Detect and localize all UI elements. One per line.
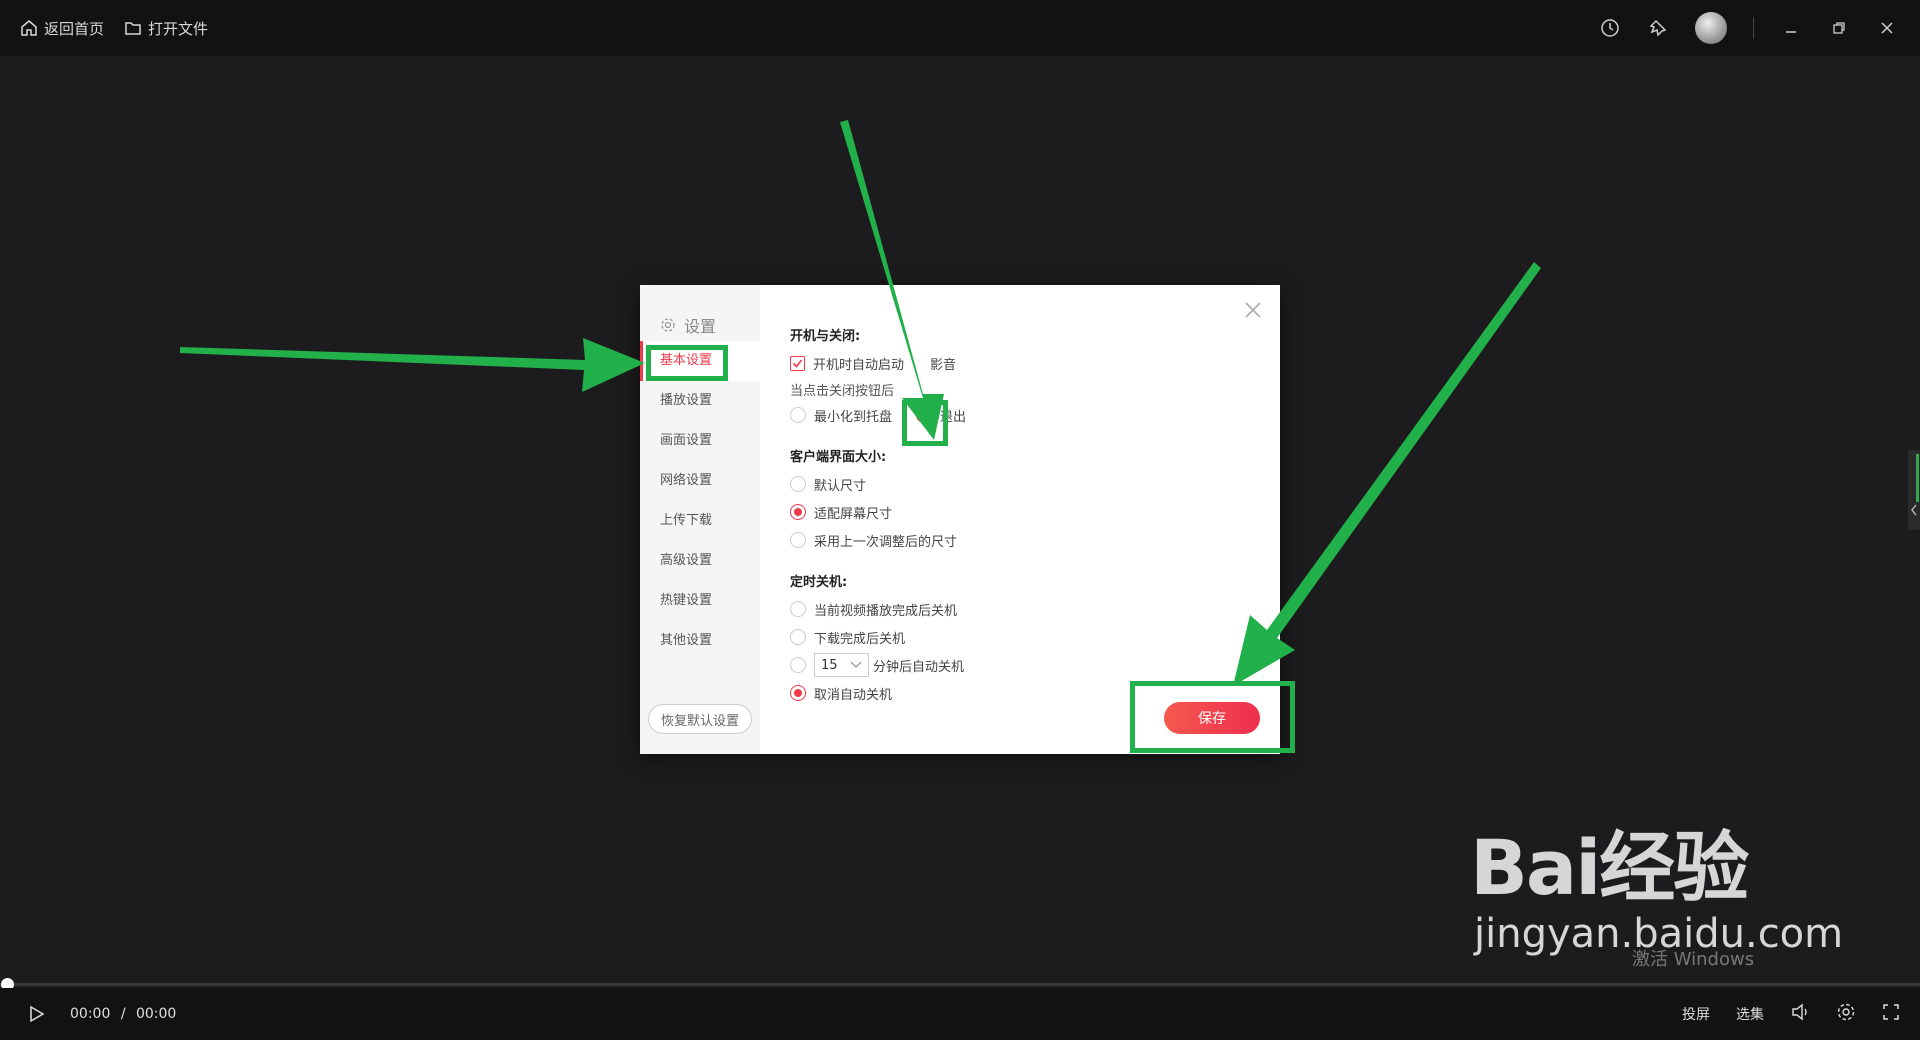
cast-button[interactable]: 投屏 <box>1682 1004 1710 1024</box>
section-startup-title: 开机与关闭: <box>790 329 861 344</box>
divider <box>1753 17 1754 39</box>
restore-window-icon[interactable] <box>1828 17 1850 39</box>
save-button[interactable]: 保存 <box>1164 702 1260 734</box>
home-icon <box>21 20 37 36</box>
minimize-icon[interactable] <box>1780 17 1802 39</box>
size-default-radio[interactable] <box>790 476 806 492</box>
shutdown-option-row: 当前视频播放完成后关机 <box>790 598 1280 620</box>
size-option-row: 默认尺寸 <box>790 473 1280 495</box>
size-fit-screen-radio[interactable] <box>790 504 806 520</box>
shutdown-after-download-label: 下载完成后关机 <box>814 631 906 647</box>
avatar[interactable] <box>1695 12 1727 44</box>
home-label: 返回首页 <box>44 19 105 38</box>
minimize-to-tray-radio[interactable] <box>790 407 806 423</box>
shutdown-after-download-radio[interactable] <box>790 629 806 645</box>
autostart-row: 开机时自动启动 影音 <box>790 352 1280 374</box>
current-time: 00:00 <box>70 1006 111 1022</box>
exit-radio[interactable] <box>916 407 933 423</box>
home-button[interactable]: 返回首页 <box>20 18 104 39</box>
settings-title: 设置 <box>640 285 760 341</box>
shutdown-option-row: 15 分钟后自动关机 <box>790 653 1280 677</box>
autostart-label: 开机时自动启动 <box>813 357 905 373</box>
settings-gear-icon[interactable] <box>1836 1002 1856 1026</box>
size-last-used-label: 采用上一次调整后的尺寸 <box>814 534 958 550</box>
chevron-left-icon <box>1911 504 1917 516</box>
gear-icon <box>661 318 675 332</box>
sidebar-item-playback[interactable]: 播放设置 <box>640 381 760 421</box>
cancel-shutdown-radio[interactable] <box>790 685 806 701</box>
minutes-value: 15 <box>821 657 838 673</box>
play-icon[interactable] <box>26 1003 48 1025</box>
sidebar-item-advanced[interactable]: 高级设置 <box>640 541 760 581</box>
progress-bar[interactable] <box>0 978 1920 991</box>
close-behavior-row: 最小化到托盘 退出 <box>790 404 1280 426</box>
baidu-watermark: Bai经验 jingyan.baidu.com <box>1470 823 1843 957</box>
cancel-shutdown-label: 取消自动关机 <box>814 687 893 703</box>
side-panel-toggle[interactable] <box>1908 450 1920 530</box>
shutdown-timer-radio[interactable] <box>790 657 806 673</box>
restore-defaults-button[interactable]: 恢复默认设置 <box>648 704 752 734</box>
sidebar-item-network[interactable]: 网络设置 <box>640 461 760 501</box>
settings-dialog: 设置 基本设置 播放设置 画面设置 网络设置 上传下载 高级设置 热键设置 其他… <box>640 285 1280 754</box>
minutes-select[interactable]: 15 <box>814 653 869 677</box>
folder-icon <box>125 22 141 35</box>
open-file-button[interactable]: 打开文件 <box>124 18 208 39</box>
sidebar-item-display[interactable]: 画面设置 <box>640 421 760 461</box>
settings-content: 开机与关闭: 开机时自动启动 影音 当点击关闭按钮后 最小化到托盘 退出 客户端界… <box>760 285 1280 754</box>
autostart-checkbox[interactable] <box>790 355 805 371</box>
sidebar-item-transfer[interactable]: 上传下载 <box>640 501 760 541</box>
size-option-row: 采用上一次调整后的尺寸 <box>790 529 1280 551</box>
size-last-used-radio[interactable] <box>790 532 806 548</box>
sidebar-item-other[interactable]: 其他设置 <box>640 621 760 661</box>
close-behavior-label: 当点击关闭按钮后 <box>790 384 895 399</box>
minimize-to-tray-label: 最小化到托盘 <box>814 409 893 425</box>
side-panel-indicator <box>1916 454 1919 502</box>
episodes-button[interactable]: 选集 <box>1736 1004 1764 1024</box>
size-default-label: 默认尺寸 <box>814 478 867 494</box>
volume-icon[interactable] <box>1790 1002 1810 1026</box>
total-time: 00:00 <box>135 1006 177 1022</box>
shutdown-option-row: 取消自动关机 <box>790 682 1280 704</box>
shutdown-after-video-label: 当前视频播放完成后关机 <box>814 603 958 619</box>
shutdown-option-row: 下载完成后关机 <box>790 626 1280 648</box>
fullscreen-icon[interactable] <box>1882 1003 1900 1025</box>
size-fit-screen-label: 适配屏幕尺寸 <box>814 506 893 522</box>
time-display: 00:00 / 00:00 <box>70 1006 176 1022</box>
arrow-left <box>180 338 645 392</box>
settings-sidebar: 设置 基本设置 播放设置 画面设置 网络设置 上传下载 高级设置 热键设置 其他… <box>640 285 760 754</box>
shutdown-after-video-radio[interactable] <box>790 601 806 617</box>
autostart-suffix: 影音 <box>930 357 957 373</box>
shutdown-timer-label: 分钟后自动关机 <box>873 659 965 675</box>
size-option-row: 适配屏幕尺寸 <box>790 501 1280 523</box>
open-file-label: 打开文件 <box>148 19 209 38</box>
section-shutdown-title: 定时关机: <box>790 575 848 590</box>
close-window-icon[interactable] <box>1876 17 1898 39</box>
time-separator: / <box>120 1006 126 1022</box>
history-icon[interactable] <box>1599 17 1621 39</box>
top-bar: 返回首页 打开文件 <box>0 0 1920 56</box>
player-controls: 00:00 / 00:00 投屏 选集 <box>0 988 1920 1040</box>
exit-label: 退出 <box>940 409 967 425</box>
sidebar-item-basic[interactable]: 基本设置 <box>640 341 760 381</box>
check-icon <box>792 359 803 368</box>
watermark-brand: Bai经验 <box>1470 823 1749 912</box>
close-icon[interactable] <box>1242 299 1264 321</box>
pin-icon[interactable] <box>1647 17 1669 39</box>
windows-activation-text: 激活 Windows <box>1632 949 1755 970</box>
sidebar-item-hotkeys[interactable]: 热键设置 <box>640 581 760 621</box>
chevron-down-icon <box>850 661 862 668</box>
section-window-size-title: 客户端界面大小: <box>790 450 887 465</box>
